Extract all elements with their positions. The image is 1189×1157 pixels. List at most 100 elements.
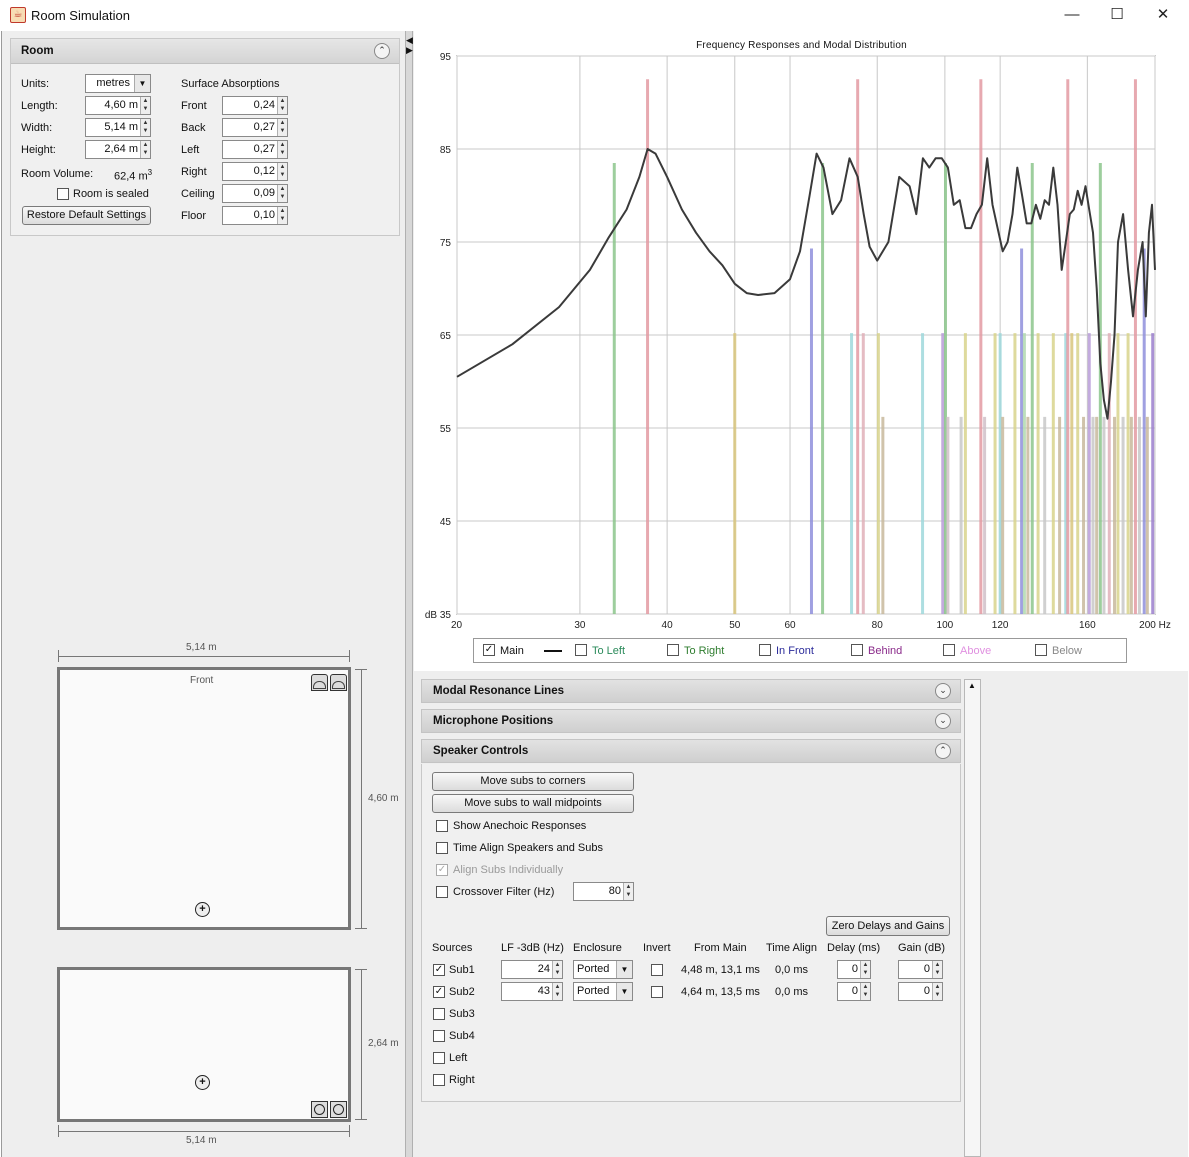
- crossover-spinner[interactable]: 80 ▲ ▼: [573, 882, 634, 901]
- room-sealed-checkbox[interactable]: [57, 188, 69, 200]
- invert-checkbox[interactable]: [651, 964, 663, 976]
- enclosure-select[interactable]: Ported ▼: [573, 982, 633, 1001]
- delay-spinner[interactable]: 0 ▲ ▼: [837, 960, 871, 979]
- chevron-down-icon[interactable]: ▼: [616, 961, 632, 978]
- arrow-right-icon[interactable]: ▶: [406, 45, 413, 56]
- length-spinner[interactable]: 4,60 m ▲ ▼: [85, 96, 151, 115]
- source-checkbox-sub4[interactable]: [433, 1030, 445, 1042]
- legend-checkbox-to-left[interactable]: [575, 644, 587, 656]
- spinner-arrows-icon[interactable]: ▲ ▼: [932, 961, 942, 978]
- expand-down-icon[interactable]: ⌄: [935, 713, 951, 729]
- spinner-arrows-icon[interactable]: ▲ ▼: [277, 97, 287, 114]
- chevron-down-icon[interactable]: ▼: [616, 983, 632, 1000]
- modal-resonance-header[interactable]: Modal Resonance Lines ⌄: [421, 679, 961, 703]
- spinner-arrows-icon[interactable]: ▲ ▼: [140, 119, 150, 136]
- absorption-spinner-right[interactable]: 0,12 ▲ ▼: [222, 162, 288, 181]
- room-plan-side[interactable]: +: [57, 967, 351, 1122]
- spinner-arrows-icon[interactable]: ▲ ▼: [277, 185, 287, 202]
- collapse-up-icon[interactable]: ⌃: [374, 43, 390, 59]
- absorption-spinner-back[interactable]: 0,27 ▲ ▼: [222, 118, 288, 137]
- spinner-arrows-icon[interactable]: ▲ ▼: [623, 883, 633, 900]
- x-tick-label: 30: [574, 620, 586, 631]
- absorption-spinner-left[interactable]: 0,27 ▲ ▼: [222, 140, 288, 159]
- close-button[interactable]: ✕: [1148, 4, 1178, 26]
- spinner-arrows-icon[interactable]: ▲ ▼: [860, 961, 870, 978]
- spinner-arrows-icon[interactable]: ▲ ▼: [552, 983, 562, 1000]
- zero-delays-gains-button[interactable]: Zero Delays and Gains: [826, 916, 950, 936]
- column-header-0: Sources: [432, 942, 473, 954]
- speaker-icon[interactable]: [330, 674, 347, 691]
- speaker-icon[interactable]: [311, 674, 328, 691]
- source-checkbox-sub2[interactable]: ✓: [433, 986, 445, 998]
- room-panel-title: Room: [21, 45, 54, 57]
- crossover-checkbox[interactable]: [436, 886, 448, 898]
- spinner-arrows-icon[interactable]: ▲ ▼: [140, 97, 150, 114]
- move-subs-corners-button[interactable]: Move subs to corners: [432, 772, 634, 791]
- spinner-arrows-icon[interactable]: ▲ ▼: [140, 141, 150, 158]
- crossover-label: Crossover Filter (Hz): [453, 886, 555, 898]
- dimension-tick: [355, 928, 367, 929]
- legend-checkbox-main[interactable]: ✓: [483, 644, 495, 656]
- absorption-spinner-front[interactable]: 0,24 ▲ ▼: [222, 96, 288, 115]
- enclosure-select[interactable]: Ported ▼: [573, 960, 633, 979]
- align-individually-checkbox[interactable]: ✓: [436, 864, 448, 876]
- spinner-arrows-icon[interactable]: ▲ ▼: [277, 207, 287, 224]
- units-select[interactable]: metres ▼: [85, 74, 151, 93]
- chevron-down-icon[interactable]: ▼: [134, 75, 150, 92]
- maximize-button[interactable]: ☐: [1102, 4, 1132, 26]
- spinner-arrows-icon[interactable]: ▲ ▼: [277, 119, 287, 136]
- source-checkbox-sub3[interactable]: [433, 1008, 445, 1020]
- spinner-arrows-icon[interactable]: ▲ ▼: [860, 983, 870, 1000]
- column-header-1: LF -3dB (Hz): [501, 942, 564, 954]
- delay-spinner[interactable]: 0 ▲ ▼: [837, 982, 871, 1001]
- source-checkbox-sub1[interactable]: ✓: [433, 964, 445, 976]
- scroll-up-icon[interactable]: ▲: [968, 681, 976, 690]
- width-spinner[interactable]: 5,14 m ▲ ▼: [85, 118, 151, 137]
- room-plan-top[interactable]: Front +: [57, 667, 351, 930]
- vertical-scrollbar[interactable]: ▲: [964, 679, 981, 1157]
- source-checkbox-right[interactable]: [433, 1074, 445, 1086]
- minimize-button[interactable]: —: [1057, 4, 1087, 26]
- spinner-arrows-icon[interactable]: ▲ ▼: [277, 141, 287, 158]
- height-spinner[interactable]: 2,64 m ▲ ▼: [85, 140, 151, 159]
- room-panel-header[interactable]: Room ⌃: [11, 39, 399, 64]
- time-align-checkbox[interactable]: [436, 842, 448, 854]
- width-label: Width:: [21, 122, 53, 134]
- speaker-controls-header[interactable]: Speaker Controls ⌃: [421, 739, 961, 763]
- lf-spinner[interactable]: 24 ▲ ▼: [501, 960, 563, 979]
- show-anechoic-checkbox[interactable]: [436, 820, 448, 832]
- dimension-tick: [349, 650, 350, 662]
- collapse-up-icon[interactable]: ⌃: [935, 743, 951, 759]
- legend-checkbox-behind[interactable]: [851, 644, 863, 656]
- legend-label-to-left: To Left: [592, 645, 626, 657]
- source-checkbox-left[interactable]: [433, 1052, 445, 1064]
- invert-checkbox[interactable]: [651, 986, 663, 998]
- expand-down-icon[interactable]: ⌄: [935, 683, 951, 699]
- gain-spinner[interactable]: 0 ▲ ▼: [898, 960, 943, 979]
- front-label: Front: [190, 675, 214, 686]
- microphone-icon[interactable]: +: [195, 1075, 210, 1090]
- spinner-arrows-icon[interactable]: ▲ ▼: [932, 983, 942, 1000]
- microphone-icon[interactable]: +: [195, 902, 210, 917]
- move-subs-midpoints-button[interactable]: Move subs to wall midpoints: [432, 794, 634, 813]
- restore-defaults-button[interactable]: Restore Default Settings: [22, 206, 151, 225]
- lf-spinner[interactable]: 43 ▲ ▼: [501, 982, 563, 1001]
- speaker-controls-panel: Move subs to corners Move subs to wall m…: [421, 764, 961, 1102]
- frequency-response-chart[interactable]: 20 30 40 50 60 80 100 120 160 200 Hz dB 35 45 55 65 75…: [414, 31, 1189, 636]
- gain-spinner[interactable]: 0 ▲ ▼: [898, 982, 943, 1001]
- side-width-label: 5,14 m: [186, 1135, 217, 1146]
- dimension-tick: [58, 1125, 59, 1137]
- subwoofer-icon[interactable]: [311, 1101, 328, 1118]
- spinner-arrows-icon[interactable]: ▲ ▼: [277, 163, 287, 180]
- microphone-positions-header[interactable]: Microphone Positions ⌄: [421, 709, 961, 733]
- spinner-arrows-icon[interactable]: ▲ ▼: [552, 961, 562, 978]
- legend-checkbox-below[interactable]: [1035, 644, 1047, 656]
- legend-checkbox-in-front[interactable]: [759, 644, 771, 656]
- absorption-spinner-ceiling[interactable]: 0,09 ▲ ▼: [222, 184, 288, 203]
- absorption-spinner-floor[interactable]: 0,10 ▲ ▼: [222, 206, 288, 225]
- legend-checkbox-to-right[interactable]: [667, 644, 679, 656]
- panel-splitter[interactable]: ◀ ▶: [405, 31, 413, 1157]
- y-tick-label: 55: [440, 424, 452, 435]
- legend-checkbox-above[interactable]: [943, 644, 955, 656]
- subwoofer-icon[interactable]: [330, 1101, 347, 1118]
